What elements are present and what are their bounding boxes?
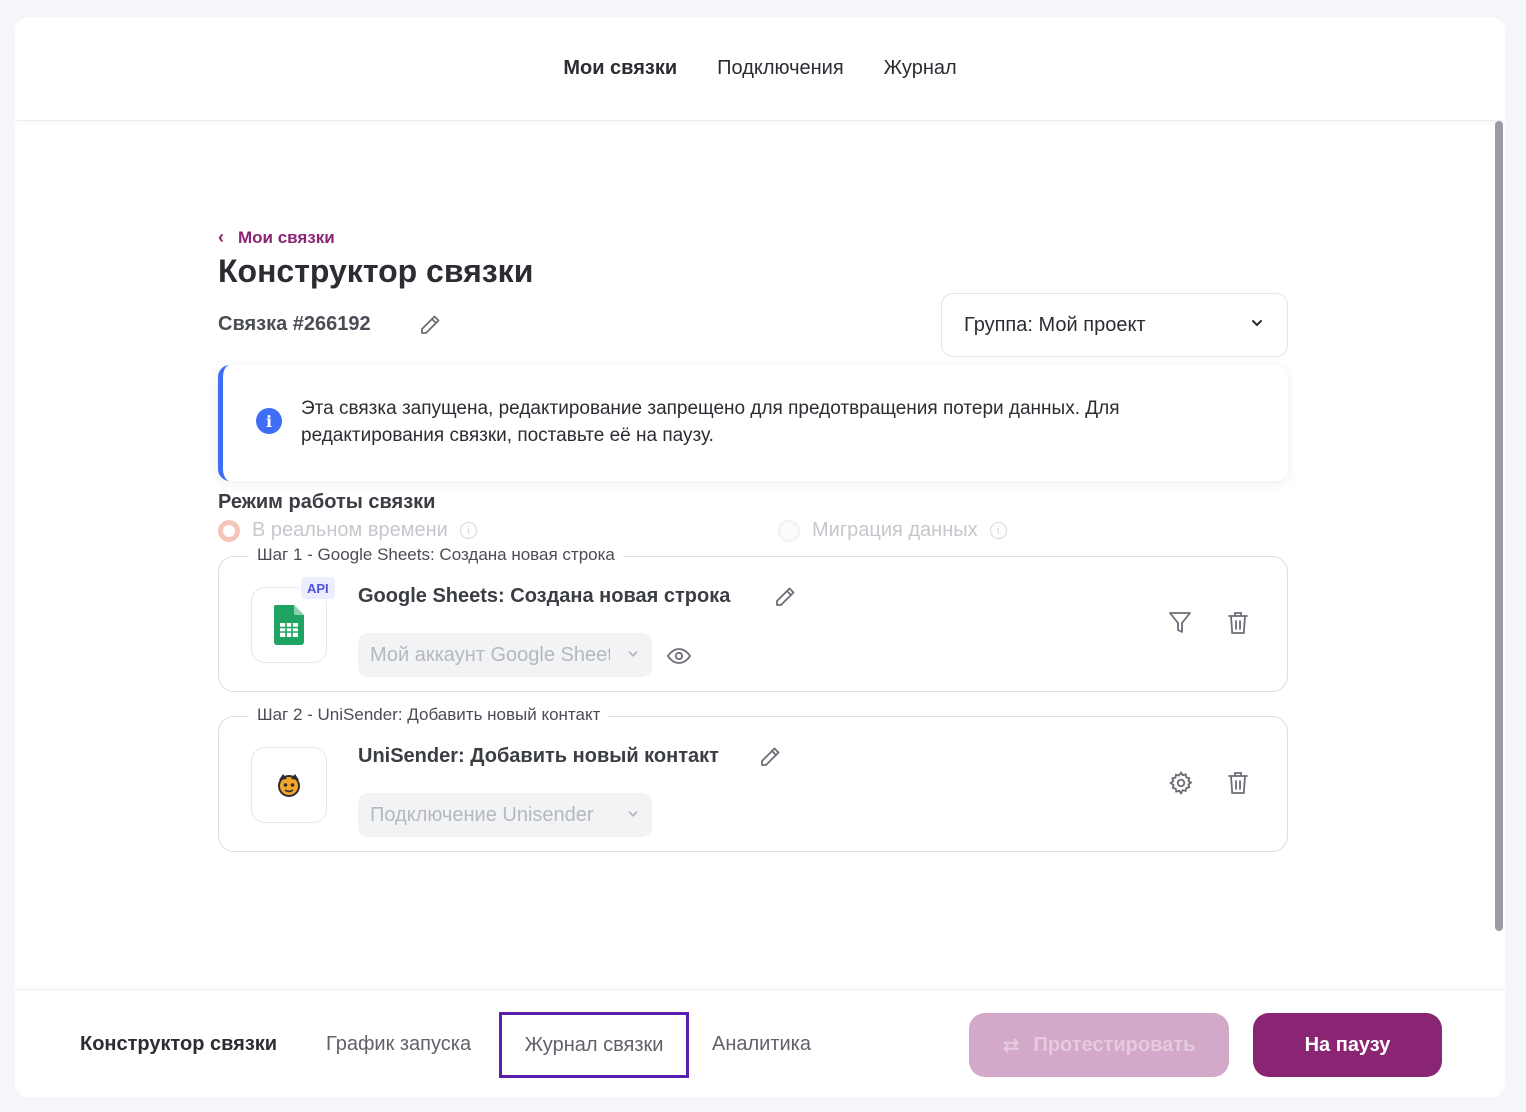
edit-step-icon[interactable] [758, 745, 782, 774]
account-select[interactable]: Мой аккаунт Google Sheets [358, 633, 652, 677]
group-select[interactable]: Группа: Мой проект [941, 293, 1288, 357]
page-title: Конструктор связки [218, 253, 534, 289]
unisender-icon [251, 747, 327, 823]
top-navigation: Мои связки Подключения Журнал [15, 17, 1505, 121]
api-badge: API [299, 575, 337, 601]
nav-my-links[interactable]: Мои связки [563, 57, 677, 80]
trash-icon[interactable] [1227, 770, 1249, 801]
bottom-bar: Конструктор связки График запуска Журнал… [15, 989, 1505, 1097]
tab-constructor[interactable]: Конструктор связки [80, 1033, 277, 1056]
test-button-label: Протестировать [1033, 1033, 1196, 1056]
step-legend: Шаг 2 - UniSender: Добавить новый контак… [249, 705, 609, 725]
step-legend: Шаг 1 - Google Sheets: Создана новая стр… [249, 545, 623, 565]
step-title: UniSender: Добавить новый контакт [358, 745, 719, 767]
chevron-down-icon [626, 644, 640, 667]
chevron-down-icon [1249, 314, 1265, 337]
pause-button[interactable]: На паузу [1253, 1013, 1442, 1077]
eye-icon[interactable] [666, 645, 692, 672]
account-select-value: Мой аккаунт Google Sheets [370, 643, 610, 666]
group-select-value: Группа: Мой проект [964, 313, 1146, 336]
info-icon: i [256, 408, 282, 434]
info-banner: i Эта связка запущена, редактирование за… [218, 365, 1288, 481]
scrollbar[interactable] [1495, 121, 1503, 931]
mode-title: Режим работы связки [218, 491, 436, 513]
link-id: Связка #266192 [218, 313, 371, 335]
gear-icon[interactable] [1168, 770, 1194, 801]
tab-link-journal[interactable]: Журнал связки [499, 1012, 689, 1078]
account-select[interactable]: Подключение Unisender [358, 793, 652, 837]
chevron-left-icon: ‹ [218, 227, 224, 247]
step-card: Шаг 2 - UniSender: Добавить новый контак… [218, 705, 1288, 852]
radio-migration[interactable] [778, 519, 800, 542]
tab-analytics[interactable]: Аналитика [712, 1033, 811, 1056]
mode-option-migration[interactable]: Миграция данных i [778, 519, 1007, 542]
account-select-value: Подключение Unisender [370, 803, 594, 826]
swap-arrows-icon: ⇄ [1002, 1034, 1020, 1057]
test-button[interactable]: ⇄ Протестировать [969, 1013, 1229, 1077]
info-text: Эта связка запущена, редактирование запр… [301, 398, 1120, 446]
trash-icon[interactable] [1227, 610, 1249, 641]
mode-option-realtime[interactable]: В реальном времени i [218, 519, 477, 542]
back-link-label: Мои связки [238, 227, 335, 247]
radio-realtime[interactable] [218, 519, 240, 542]
chevron-down-icon [626, 804, 640, 827]
step-card: Шаг 1 - Google Sheets: Создана новая стр… [218, 545, 1288, 692]
nav-connections[interactable]: Подключения [717, 57, 844, 80]
filter-icon[interactable] [1168, 610, 1192, 641]
mode-option-migration-label: Миграция данных [812, 519, 978, 541]
nav-journal[interactable]: Журнал [884, 57, 957, 80]
info-circle-icon[interactable]: i [989, 522, 1007, 539]
edit-step-icon[interactable] [773, 585, 797, 614]
edit-link-name-icon[interactable] [418, 313, 442, 342]
tab-schedule[interactable]: График запуска [326, 1033, 471, 1056]
back-link[interactable]: ‹ Мои связки [218, 227, 335, 248]
app-window: Мои связки Подключения Журнал ‹ Мои связ… [15, 17, 1505, 1097]
info-circle-icon[interactable]: i [459, 522, 477, 539]
step-title: Google Sheets: Создана новая строка [358, 585, 731, 607]
mode-option-realtime-label: В реальном времени [252, 519, 448, 541]
